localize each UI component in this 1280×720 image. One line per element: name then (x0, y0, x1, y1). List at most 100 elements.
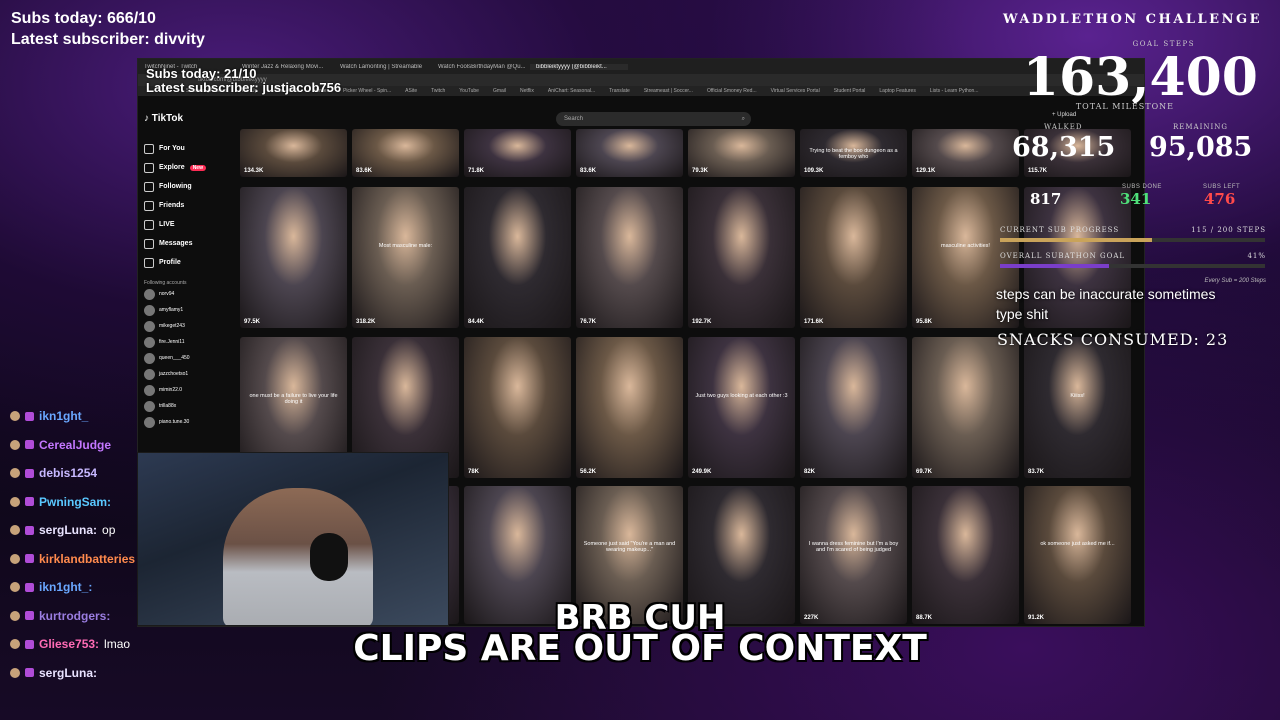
video-caption: Someone just said "You're a man and wear… (583, 541, 676, 554)
bookmark-item[interactable]: Translate (609, 88, 630, 94)
tiktok-logo-text: TikTok (151, 113, 184, 124)
bookmark-item[interactable]: Virtual Services Portal (771, 88, 820, 94)
video-caption: Kiiiss! (1070, 393, 1085, 400)
chat-username[interactable]: ikn1ght_ (39, 409, 88, 423)
badge-icon (25, 497, 34, 507)
video-tile[interactable]: 79.3K (688, 129, 795, 177)
chat-text: op (102, 523, 116, 538)
new-badge: New (189, 164, 206, 171)
overall-goal-label: OVERALL SUBATHON GOAL (1000, 252, 1126, 260)
view-count: 95.8K (916, 319, 933, 325)
video-tile[interactable]: 97.5K (240, 187, 347, 328)
nav-item-for-you[interactable]: For You (144, 139, 234, 158)
bookmark-item[interactable]: Laptop Features (879, 88, 915, 94)
search-placeholder: Search (564, 116, 584, 122)
video-tile[interactable]: Just two guys looking at each other :3 24… (688, 337, 795, 478)
user-avatar-icon (10, 553, 20, 564)
tiktok-logo-icon: ♪ (144, 113, 149, 124)
video-tile[interactable]: 78K (464, 337, 571, 478)
avatar (144, 384, 155, 396)
bookmark-item[interactable]: ASite (405, 88, 417, 94)
browser-tab-active[interactable]: bibbleiktyyyy (@bibbleikt... (530, 63, 628, 70)
view-count: 78K (468, 469, 480, 475)
bookmark-item[interactable]: Netflix (520, 88, 534, 94)
chat-username[interactable]: CerealJudge (39, 438, 111, 452)
video-tile[interactable]: 83.6K (352, 129, 459, 177)
bookmark-item[interactable]: Lists - Learn Python... (930, 88, 979, 94)
video-tile[interactable]: 71.8K (464, 129, 571, 177)
account-name: mikeget243 (159, 323, 185, 329)
profile-icon (144, 257, 154, 268)
nav-item-following[interactable]: Following (144, 177, 234, 196)
avatar (144, 288, 155, 300)
chat-username[interactable]: ikn1ght_: (39, 580, 92, 594)
avatar (144, 368, 155, 380)
bookmark-item[interactable]: Gmail (493, 88, 506, 94)
badge-icon (25, 554, 34, 564)
nav-item-live[interactable]: LIVE (144, 215, 234, 234)
challenge-title: WADDLETHON CHALLENGE (1003, 12, 1262, 27)
video-caption: I wanna dress feminine but I'm a boy and… (808, 541, 899, 554)
overall-goal-fill (1000, 264, 1109, 268)
overlay-latest-subscriber: Latest subscriber: justjacob756 (146, 80, 342, 95)
video-tile[interactable]: 82K (800, 337, 907, 478)
user-avatar-icon (10, 496, 20, 507)
search-input[interactable]: Search ⌕ (556, 112, 751, 126)
sub-progress-fill (1000, 238, 1153, 242)
bookmark-item[interactable]: Official Smoney Red... (707, 88, 757, 94)
video-caption: one must be a failure to live your life … (249, 393, 338, 406)
chat-username[interactable]: PwningSam: (39, 495, 111, 509)
account-name: norv94 (159, 291, 175, 297)
bookmark-item[interactable]: YouTube (459, 88, 479, 94)
avatar (144, 352, 155, 364)
subs-left-value: 476 (1204, 190, 1236, 208)
following-account[interactable]: jazzchoetso1 (144, 366, 234, 382)
bookmark-item[interactable]: Streameast | Soccer... (644, 88, 693, 94)
following-account[interactable]: amyflamy1 (144, 302, 234, 318)
video-tile[interactable]: 171.6K (800, 187, 907, 328)
following-account[interactable]: queen___450 (144, 350, 234, 366)
following-account[interactable]: mikeget243 (144, 318, 234, 334)
view-count: 79.3K (692, 168, 709, 174)
browser-tab[interactable]: Watch FoolsBirthdayMan @Qu... (432, 64, 530, 70)
video-tile[interactable]: 84.4K (464, 187, 571, 328)
nav-item-profile[interactable]: Profile (144, 253, 234, 272)
friends-icon (144, 200, 154, 211)
search-icon[interactable]: ⌕ (742, 112, 745, 126)
nav-item-messages[interactable]: Messages (144, 234, 234, 253)
user-avatar-icon (10, 667, 20, 678)
nav-item-explore[interactable]: Explore New (144, 158, 234, 177)
bookmark-item[interactable]: Student Portal (834, 88, 866, 94)
video-tile[interactable]: 192.7K (688, 187, 795, 328)
sub-progress-bar (1000, 238, 1265, 242)
browser-tab[interactable]: Watch Lamonting | Streamable (334, 64, 432, 70)
video-tile[interactable]: 134.3K (240, 129, 347, 177)
bookmark-item[interactable]: AniChart: Seasonal... (548, 88, 595, 94)
video-tile[interactable]: 76.7K (576, 187, 683, 328)
floating-note-line2: type shit (996, 306, 1049, 322)
floating-note-line1: steps can be inaccurate sometimes (996, 286, 1216, 302)
following-account[interactable]: mimin22.0 (144, 382, 234, 398)
following-account[interactable]: fire.Jenni11 (144, 334, 234, 350)
view-count: 69.7K (916, 469, 933, 475)
tiktok-logo[interactable]: ♪ TikTok (144, 109, 183, 129)
video-tile[interactable]: Most masculine male: 318.2K (352, 187, 459, 328)
bookmark-item[interactable]: Twitch (431, 88, 445, 94)
avatar (144, 304, 155, 316)
chat-message: sergLuna: op (10, 516, 190, 545)
chat-username[interactable]: kirklandbatteries (39, 552, 135, 566)
following-account[interactable]: norv94 (144, 286, 234, 302)
latest-subscriber-text: Latest subscriber: divvity (11, 31, 205, 48)
video-tile[interactable]: Trying to beat the boo dungeon as a femb… (800, 129, 907, 177)
avatar (144, 336, 155, 348)
chat-username[interactable]: sergLuna: (39, 523, 97, 537)
milestone-label: TOTAL MILESTONE (1075, 102, 1174, 111)
subs-done-value: 341 (1120, 190, 1152, 208)
messages-icon (144, 238, 154, 249)
chat-username[interactable]: debis1254 (39, 466, 97, 480)
nav-item-friends[interactable]: Friends (144, 196, 234, 215)
video-tile[interactable]: 56.2K (576, 337, 683, 478)
account-name: queen___450 (159, 355, 190, 361)
bookmark-item[interactable]: Picker Wheel - Spin... (343, 88, 391, 94)
video-tile[interactable]: 83.6K (576, 129, 683, 177)
